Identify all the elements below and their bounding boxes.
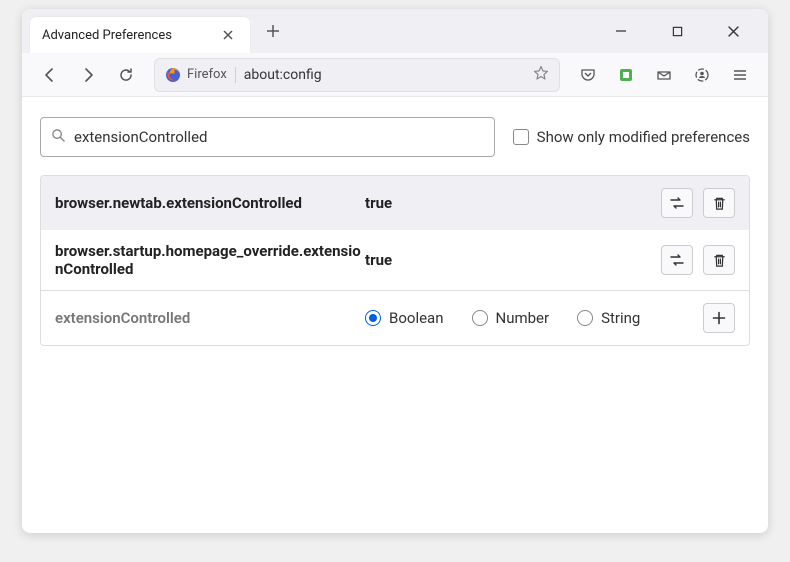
- radio-icon: [365, 310, 381, 326]
- radio-icon: [472, 310, 488, 326]
- search-input[interactable]: [74, 128, 484, 146]
- titlebar: Advanced Preferences: [22, 9, 768, 53]
- close-window-button[interactable]: [714, 16, 752, 46]
- pref-row: browser.newtab.extensionControlled true: [41, 176, 749, 230]
- radio-number[interactable]: Number: [472, 309, 550, 327]
- window-controls: [602, 16, 760, 46]
- show-modified-label: Show only modified preferences: [537, 128, 750, 146]
- navigation-toolbar: Firefox about:config: [22, 53, 768, 97]
- preferences-table: browser.newtab.extensionControlled true …: [40, 175, 750, 346]
- firefox-icon: [165, 67, 181, 83]
- new-pref-row: extensionControlled Boolean Number Strin…: [41, 290, 749, 345]
- pref-actions: [661, 188, 735, 218]
- toggle-button[interactable]: [661, 188, 693, 218]
- pref-actions: [703, 303, 735, 333]
- radio-label: String: [601, 309, 640, 327]
- new-tab-button[interactable]: [258, 16, 288, 46]
- url-bar[interactable]: Firefox about:config: [154, 58, 560, 92]
- pref-actions: [661, 245, 735, 275]
- toggle-button[interactable]: [661, 245, 693, 275]
- hamburger-menu-icon[interactable]: [724, 59, 756, 91]
- back-button[interactable]: [34, 59, 66, 91]
- pocket-icon[interactable]: [572, 59, 604, 91]
- type-radio-group: Boolean Number String: [365, 309, 703, 327]
- bookmark-star-icon[interactable]: [533, 65, 549, 85]
- show-modified-toggle[interactable]: Show only modified preferences: [513, 128, 750, 146]
- minimize-button[interactable]: [602, 16, 640, 46]
- radio-label: Number: [496, 309, 550, 327]
- search-row: Show only modified preferences: [40, 117, 750, 157]
- tab-active[interactable]: Advanced Preferences: [30, 17, 250, 53]
- radio-icon: [577, 310, 593, 326]
- radio-string[interactable]: String: [577, 309, 640, 327]
- new-pref-name: extensionControlled: [55, 309, 365, 327]
- search-icon: [51, 128, 66, 147]
- pref-name: browser.startup.homepage_override.extens…: [55, 242, 365, 278]
- account-icon[interactable]: [686, 59, 718, 91]
- pref-value: true: [365, 251, 661, 269]
- radio-label: Boolean: [389, 309, 444, 327]
- maximize-button[interactable]: [658, 16, 696, 46]
- delete-button[interactable]: [703, 188, 735, 218]
- extension-icon[interactable]: [610, 59, 642, 91]
- mail-icon[interactable]: [648, 59, 680, 91]
- delete-button[interactable]: [703, 245, 735, 275]
- tab-title: Advanced Preferences: [42, 28, 218, 43]
- close-icon[interactable]: [218, 25, 238, 45]
- urlbar-identity-label: Firefox: [187, 67, 227, 82]
- pref-row: browser.startup.homepage_override.extens…: [41, 230, 749, 290]
- about-config-content: Show only modified preferences browser.n…: [22, 97, 768, 366]
- preference-search-box[interactable]: [40, 117, 495, 157]
- urlbar-address: about:config: [244, 67, 533, 83]
- pref-name: browser.newtab.extensionControlled: [55, 194, 365, 212]
- add-button[interactable]: [703, 303, 735, 333]
- forward-button[interactable]: [72, 59, 104, 91]
- radio-boolean[interactable]: Boolean: [365, 309, 444, 327]
- urlbar-identity[interactable]: Firefox: [165, 67, 236, 83]
- refresh-button[interactable]: [110, 59, 142, 91]
- checkbox-icon[interactable]: [513, 129, 529, 145]
- browser-window: Advanced Preferences: [22, 9, 768, 533]
- pref-value: true: [365, 194, 661, 212]
